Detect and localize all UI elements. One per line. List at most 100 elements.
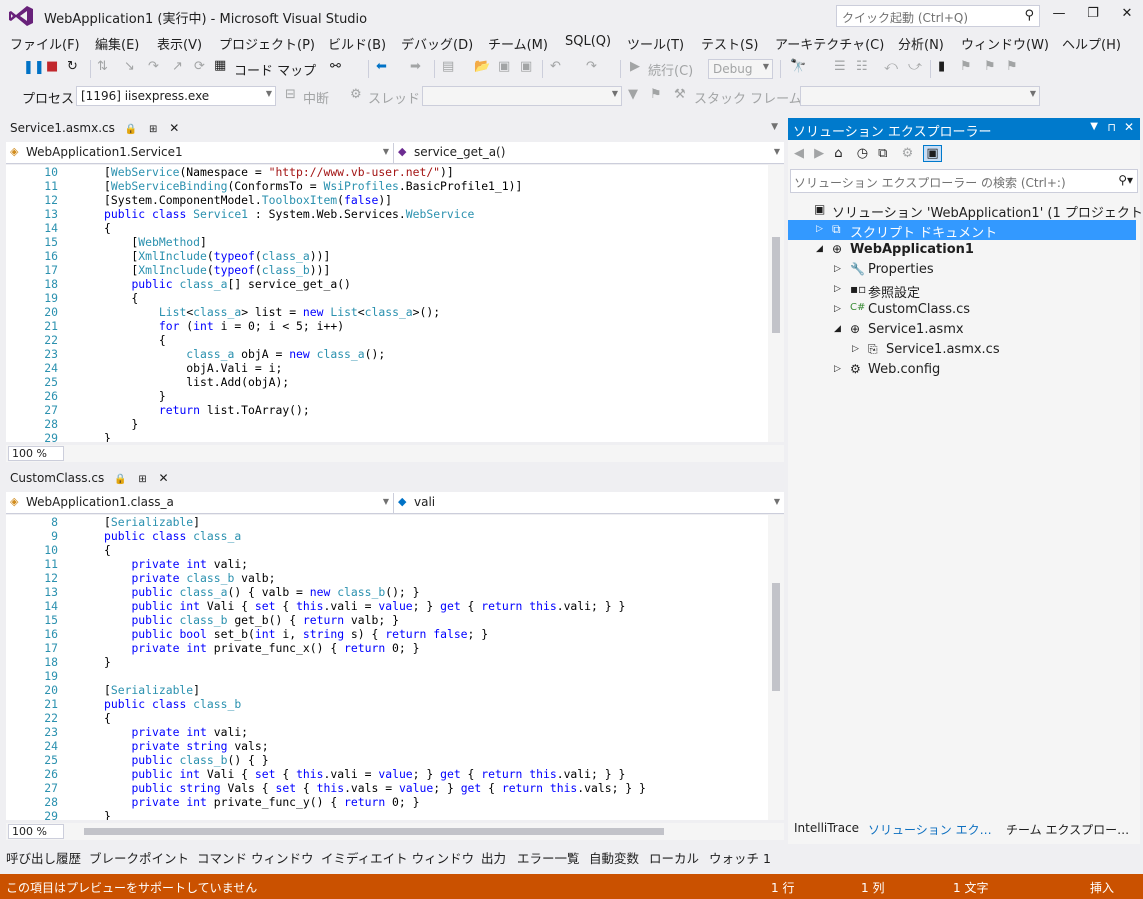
code-line[interactable]: 18}	[6, 655, 766, 669]
comment-out-icon[interactable]: ☰	[834, 59, 846, 74]
close-icon[interactable]: ✕	[1124, 120, 1134, 134]
zoom-select[interactable]: 100 %	[8, 824, 64, 839]
vertical-scrollbar[interactable]	[768, 165, 784, 442]
close-icon[interactable]: ✕	[159, 471, 169, 485]
stop-icon[interactable]: ■	[46, 59, 58, 74]
menu-analyze[interactable]: 分析(N)	[898, 34, 944, 53]
code-line[interactable]: 17 private int private_func_x() { return…	[6, 641, 766, 655]
prev-bookmark-icon[interactable]: ⚑	[960, 59, 972, 74]
expand-icon[interactable]: ▷	[834, 304, 841, 314]
code-line[interactable]: 26 }	[6, 389, 766, 403]
find-in-files-icon[interactable]: 🔭	[790, 59, 806, 74]
solution-configuration-select[interactable]: Debug ▼	[708, 59, 773, 79]
minimize-button[interactable]: —	[1046, 6, 1072, 26]
suspend-button[interactable]: 中断	[303, 88, 329, 107]
tab-error-list[interactable]: エラー一覧	[517, 848, 580, 867]
tab-team-explorer[interactable]: チーム エクスプロー…	[1006, 821, 1129, 838]
expanded-icon[interactable]: ◢	[834, 324, 841, 334]
code-line[interactable]: 17 [XmlInclude(typeof(class_b))]	[6, 263, 766, 277]
code-line[interactable]: 15 [WebMethod]	[6, 235, 766, 249]
menu-window[interactable]: ウィンドウ(W)	[961, 34, 1049, 53]
flag-icon[interactable]: ⚑	[650, 87, 662, 102]
code-line[interactable]: 22 {	[6, 711, 766, 725]
tree-item[interactable]: ▷ ⚙ Web.config	[788, 360, 1136, 380]
solution-explorer-search-input[interactable]: ソリューション エクスプローラー の検索 (Ctrl+:) ⚲▾	[790, 169, 1138, 193]
menu-debug[interactable]: デバッグ(D)	[401, 34, 473, 53]
code-line[interactable]: 19	[6, 669, 766, 683]
step-out-icon[interactable]: ↗	[172, 59, 183, 74]
pin-icon[interactable]: ⊓	[1107, 121, 1116, 134]
pin-icon[interactable]: ⊞	[138, 474, 146, 485]
code-line[interactable]: 18 public class_a[] service_get_a()	[6, 277, 766, 291]
open-file-icon[interactable]: 📂	[474, 59, 490, 74]
clear-bookmarks-icon[interactable]: ⚑	[1006, 59, 1018, 74]
thread-select[interactable]: ▼	[422, 86, 622, 106]
menu-file[interactable]: ファイル(F)	[10, 34, 80, 53]
menu-team[interactable]: チーム(M)	[488, 34, 548, 53]
code-line[interactable]: 23 private int vali;	[6, 725, 766, 739]
home-icon[interactable]: ⌂	[834, 146, 842, 161]
code-line[interactable]: 29}	[6, 809, 766, 820]
code-line[interactable]: 15 public class_b get_b() { return valb;…	[6, 613, 766, 627]
tree-item[interactable]: ▷ ▪▫ 参照設定	[788, 280, 1136, 301]
menu-help[interactable]: ヘルプ(H)	[1062, 34, 1121, 53]
pause-icon[interactable]: ❚❚	[23, 60, 45, 75]
menu-build[interactable]: ビルド(B)	[328, 34, 386, 53]
properties-icon[interactable]: ⚙	[902, 146, 914, 161]
code-line[interactable]: 20 List<class_a> list = new List<class_a…	[6, 305, 766, 319]
bookmark-icon[interactable]: ▮	[938, 59, 945, 74]
forward-icon[interactable]: ▶	[814, 146, 824, 161]
tab-customclass-cs[interactable]: CustomClass.cs 🔒 ⊞ ✕	[6, 468, 173, 490]
expand-icon[interactable]: ▷	[834, 264, 841, 274]
member-dropdown[interactable]: ◆ service_get_a() ▼	[394, 143, 784, 163]
back-icon[interactable]: ◀	[794, 146, 804, 161]
collapse-all-icon[interactable]: ⧉	[878, 146, 887, 161]
type-dropdown[interactable]: ◈ WebApplication1.class_a ▼	[6, 493, 394, 513]
code-line[interactable]: 10 {	[6, 543, 766, 557]
continue-icon[interactable]: ▶	[630, 59, 640, 74]
code-line[interactable]: 25 list.Add(objA);	[6, 375, 766, 389]
code-line[interactable]: 8 [Serializable]	[6, 515, 766, 529]
vertical-scrollbar[interactable]	[768, 515, 784, 820]
preview-selected-items-icon[interactable]: ▣	[923, 145, 942, 162]
code-line[interactable]: 27 return list.ToArray();	[6, 403, 766, 417]
step-into-icon[interactable]: ↘	[124, 59, 135, 74]
save-icon[interactable]: ▣	[498, 59, 510, 74]
menu-edit[interactable]: 編集(E)	[95, 34, 139, 53]
tab-solution-explorer[interactable]: ソリューション エク…	[868, 821, 992, 838]
menu-project[interactable]: プロジェクト(P)	[219, 34, 315, 53]
filter-icon[interactable]: ▼	[628, 87, 638, 102]
code-line[interactable]: 9 public class class_a	[6, 529, 766, 543]
code-line[interactable]: 11 [WebServiceBinding(ConformsTo = WsiPro…	[6, 179, 766, 193]
expand-icon[interactable]: ▷	[852, 344, 859, 354]
code-line[interactable]: 14 {	[6, 221, 766, 235]
type-dropdown[interactable]: ◈ WebApplication1.Service1 ▼	[6, 143, 394, 163]
refresh-icon[interactable]: ⟳	[194, 59, 205, 74]
code-line[interactable]: 24 objA.Vali = i;	[6, 361, 766, 375]
history-icon[interactable]: ◷	[857, 146, 868, 161]
code-line[interactable]: 13 public class_a() { valb = new class_b…	[6, 585, 766, 599]
code-line[interactable]: 12 [System.ComponentModel.ToolboxItem(fal…	[6, 193, 766, 207]
expand-icon[interactable]: ▷	[816, 224, 823, 234]
code-line[interactable]: 24 private string vals;	[6, 739, 766, 753]
hex-display-icon[interactable]: ⚯	[330, 59, 341, 74]
code-line[interactable]: 21 for (int i = 0; i < 5; i++)	[6, 319, 766, 333]
code-editor[interactable]: 10 [WebService(Namespace = "http://www.vb…	[6, 165, 784, 442]
code-line[interactable]: 25 public class_b() { }	[6, 753, 766, 767]
chevron-down-icon[interactable]: ▼	[771, 122, 778, 132]
close-button[interactable]: ✕	[1114, 6, 1140, 26]
scrollbar-thumb[interactable]	[772, 237, 780, 333]
menu-view[interactable]: 表示(V)	[157, 34, 202, 53]
tab-watch-1[interactable]: ウォッチ 1	[709, 848, 771, 867]
expand-icon[interactable]: ▷	[834, 364, 841, 374]
tab-service1-asmx-cs[interactable]: Service1.asmx.cs 🔒 ⊞ ✕	[6, 118, 184, 140]
code-line[interactable]: 23 class_a objA = new class_a();	[6, 347, 766, 361]
stack-frame-select[interactable]: ▼	[800, 86, 1040, 106]
tab-autos[interactable]: 自動変数	[589, 848, 639, 867]
code-line[interactable]: 29}	[6, 431, 766, 442]
code-line[interactable]: 13 public class Service1 : System.Web.Ser…	[6, 207, 766, 221]
code-line[interactable]: 12 private class_b valb;	[6, 571, 766, 585]
step-over-icon[interactable]: ↷	[148, 59, 159, 74]
tree-item[interactable]: ◢ ⊕ WebApplication1	[788, 240, 1136, 260]
redo-icon[interactable]: ↷	[586, 59, 597, 74]
